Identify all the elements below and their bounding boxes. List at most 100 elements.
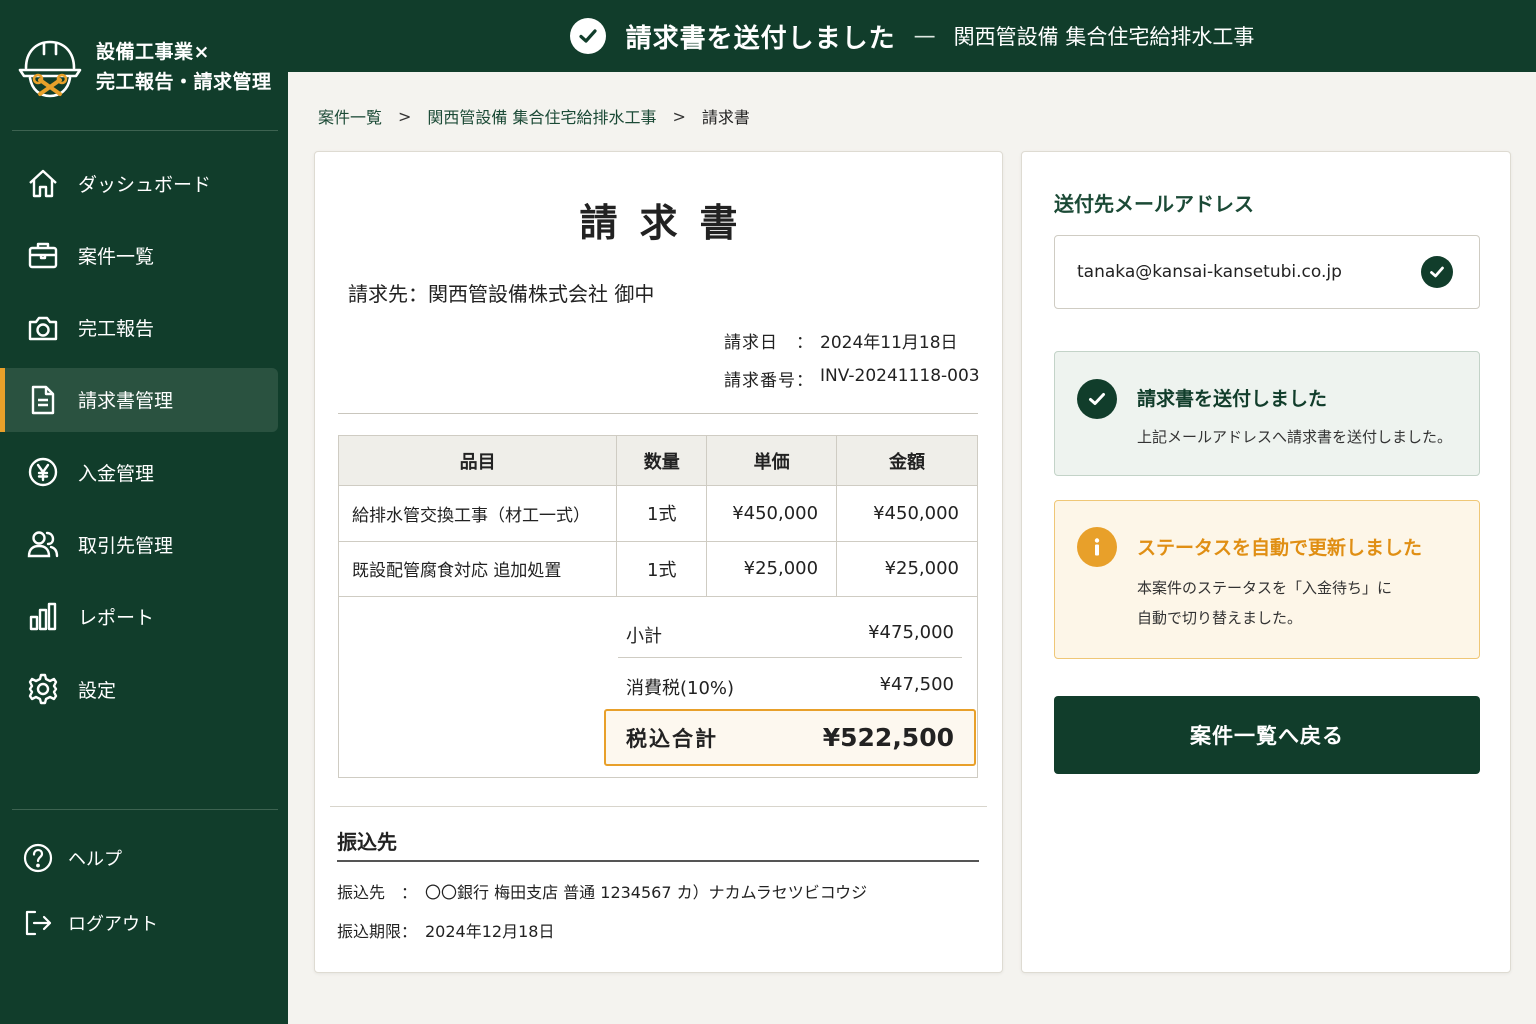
- sidebar-item-invoices[interactable]: 請求書管理: [0, 367, 278, 432]
- column-header-amount: 金額: [836, 435, 978, 486]
- table-row: 既設配管腐食対応 追加処置 1式 ¥25,000 ¥25,000: [337, 540, 978, 597]
- payment-deadline-row: 振込期限： 2024年12月18日: [337, 918, 554, 942]
- cell-amount: ¥25,000: [836, 540, 978, 597]
- tax-label: 消費税(10%): [626, 678, 735, 699]
- sidebar-item-clients[interactable]: 取引先管理: [0, 512, 288, 576]
- banner-separator: —: [913, 23, 936, 49]
- check-circle-icon: [1077, 379, 1117, 419]
- status-alert-message: 本案件のステータスを「入金待ち」に 自動で切り替えました。: [1137, 573, 1392, 633]
- helmet-tools-logo-icon: [18, 40, 82, 98]
- cell-unit-price: ¥450,000: [706, 485, 838, 542]
- column-header-item: 品目: [337, 435, 618, 486]
- subtotal-label: 小計: [626, 626, 662, 647]
- status-update-alert: ステータスを自動で更新しました 本案件のステータスを「入金待ち」に 自動で切り替…: [1054, 500, 1480, 659]
- sidebar-item-payments[interactable]: 入金管理: [0, 440, 288, 504]
- column-header-quantity: 数量: [616, 435, 708, 486]
- back-to-projects-button[interactable]: 案件一覧へ戻る: [1054, 696, 1480, 774]
- sidebar-item-label: 完工報告: [78, 318, 155, 341]
- subtotal-value: ¥475,000: [868, 622, 954, 643]
- success-alert-message: 上記メールアドレスへ請求書を送付しました。: [1137, 428, 1453, 446]
- sidebar: 設備工事業× 完工報告・請求管理 ダッシュボード 案件一覧 完工報告 請求書管理…: [0, 0, 288, 1024]
- gear-icon: [26, 672, 60, 706]
- invoice-date: 2024年11月18日: [820, 333, 958, 353]
- payment-section-title: 振込先: [337, 830, 397, 854]
- invoice-number-label: 請求番号：: [724, 371, 814, 391]
- sidebar-item-completion-report[interactable]: 完工報告: [0, 296, 288, 360]
- sidebar-item-projects[interactable]: 案件一覧: [0, 223, 288, 287]
- breadcrumb-current: 請求書: [701, 108, 750, 127]
- sidebar-item-label: 設定: [78, 679, 117, 702]
- invoice-items-table: 品目 数量 単価 金額 給排水管交換工事（材工一式） 1式 ¥450,000 ¥…: [337, 435, 978, 597]
- sidebar-item-label: ヘルプ: [68, 849, 122, 870]
- tax-value: ¥47,500: [879, 674, 954, 695]
- bar-chart-icon: [26, 600, 60, 634]
- sidebar-item-label: レポート: [78, 607, 155, 630]
- status-alert-title: ステータスを自動で更新しました: [1137, 537, 1423, 559]
- breadcrumb: 案件一覧 > 関西管設備 集合住宅給排水工事 > 請求書: [318, 104, 750, 128]
- info-icon: [1077, 527, 1117, 567]
- check-circle-icon: [569, 18, 606, 54]
- sidebar-item-logout[interactable]: ログアウト: [0, 891, 288, 955]
- email-field-label: 送付先メールアドレス: [1054, 192, 1254, 216]
- status-alert-line2: 自動で切り替えました。: [1137, 609, 1303, 627]
- sidebar-item-help[interactable]: ヘルプ: [0, 826, 288, 890]
- divider: [337, 860, 979, 862]
- payment-account-label: 振込先 ：: [337, 883, 418, 902]
- sidebar-item-label: 取引先管理: [78, 534, 174, 557]
- yen-icon: [26, 455, 60, 489]
- invoice-title: 請求書: [579, 201, 760, 245]
- banner-project-name: 関西管設備 集合住宅給排水工事: [953, 25, 1255, 49]
- app-title: 設備工事業× 完工報告・請求管理: [96, 37, 272, 97]
- sidebar-item-label: 請求書管理: [78, 390, 174, 413]
- sidebar-item-settings[interactable]: 設定: [0, 657, 288, 721]
- total-label: 税込合計: [626, 726, 718, 751]
- status-alert-line1: 本案件のステータスを「入金待ち」に: [1137, 579, 1393, 597]
- success-banner: 請求書を送付しました — 関西管設備 集合住宅給排水工事: [288, 0, 1536, 72]
- invoice-date-row: 請求日 ： 2024年11月18日: [724, 328, 958, 353]
- users-icon: [26, 527, 60, 561]
- sidebar-nav: ダッシュボード 案件一覧 完工報告 請求書管理 入金管理 取引先管理 レポート …: [0, 151, 288, 729]
- document-icon: [26, 383, 60, 417]
- email-input[interactable]: [1077, 262, 1397, 282]
- app-title-line1: 設備工事業×: [96, 41, 210, 63]
- payment-account-row: 振込先 ： 〇〇銀行 梅田支店 普通 1234567 カ）ナカムラセツビコウジ: [337, 879, 867, 903]
- success-alert-title: 請求書を送付しました: [1137, 388, 1328, 410]
- sidebar-item-label: 案件一覧: [78, 245, 155, 268]
- briefcase-icon: [26, 238, 60, 272]
- payment-account: 〇〇銀行 梅田支店 普通 1234567 カ）ナカムラセツビコウジ: [425, 883, 868, 902]
- sidebar-bottom-nav: ヘルプ ログアウト: [0, 826, 288, 956]
- cell-item: 給排水管交換工事（材工一式）: [337, 485, 618, 542]
- sidebar-divider: [12, 809, 278, 810]
- total-row: 税込合計 ¥522,500: [604, 709, 976, 766]
- breadcrumb-separator: >: [398, 106, 412, 126]
- cell-quantity: 1式: [616, 540, 708, 597]
- help-icon: [22, 842, 54, 874]
- cell-amount: ¥450,000: [836, 485, 978, 542]
- table-header-row: 品目 数量 単価 金額: [337, 435, 978, 486]
- sidebar-item-label: 入金管理: [78, 462, 155, 485]
- subtotal-row: 小計 ¥475,000: [618, 622, 962, 648]
- check-circle-icon: [1421, 256, 1453, 288]
- breadcrumb-projects-link[interactable]: 案件一覧: [318, 104, 382, 128]
- sidebar-item-dashboard[interactable]: ダッシュボード: [0, 151, 288, 215]
- app-title-line2: 完工報告・請求管理: [96, 71, 272, 93]
- sidebar-item-label: ログアウト: [68, 914, 158, 935]
- breadcrumb-separator: >: [672, 106, 686, 126]
- invoice-number-row: 請求番号： INV-20241118-003: [724, 366, 980, 391]
- sidebar-item-reports[interactable]: レポート: [0, 585, 288, 649]
- invoice-number: INV-20241118-003: [820, 366, 980, 386]
- banner-title: 請求書を送付しました: [625, 23, 896, 54]
- email-field: [1054, 235, 1480, 309]
- logout-icon: [22, 907, 54, 939]
- payment-deadline: 2024年12月18日: [425, 922, 555, 941]
- sidebar-item-label: ダッシュボード: [78, 173, 212, 196]
- breadcrumb-project-link[interactable]: 関西管設備 集合住宅給排水工事: [427, 104, 656, 128]
- success-alert: 請求書を送付しました 上記メールアドレスへ請求書を送付しました。: [1054, 351, 1480, 476]
- sidebar-divider: [12, 130, 278, 131]
- app-brand: 設備工事業× 完工報告・請求管理: [16, 34, 272, 100]
- invoice-recipient: 請求先：関西管設備株式会社 御中: [348, 282, 655, 306]
- camera-icon: [26, 311, 60, 345]
- column-header-unit-price: 単価: [706, 435, 838, 486]
- divider: [618, 657, 962, 658]
- cell-unit-price: ¥25,000: [706, 540, 838, 597]
